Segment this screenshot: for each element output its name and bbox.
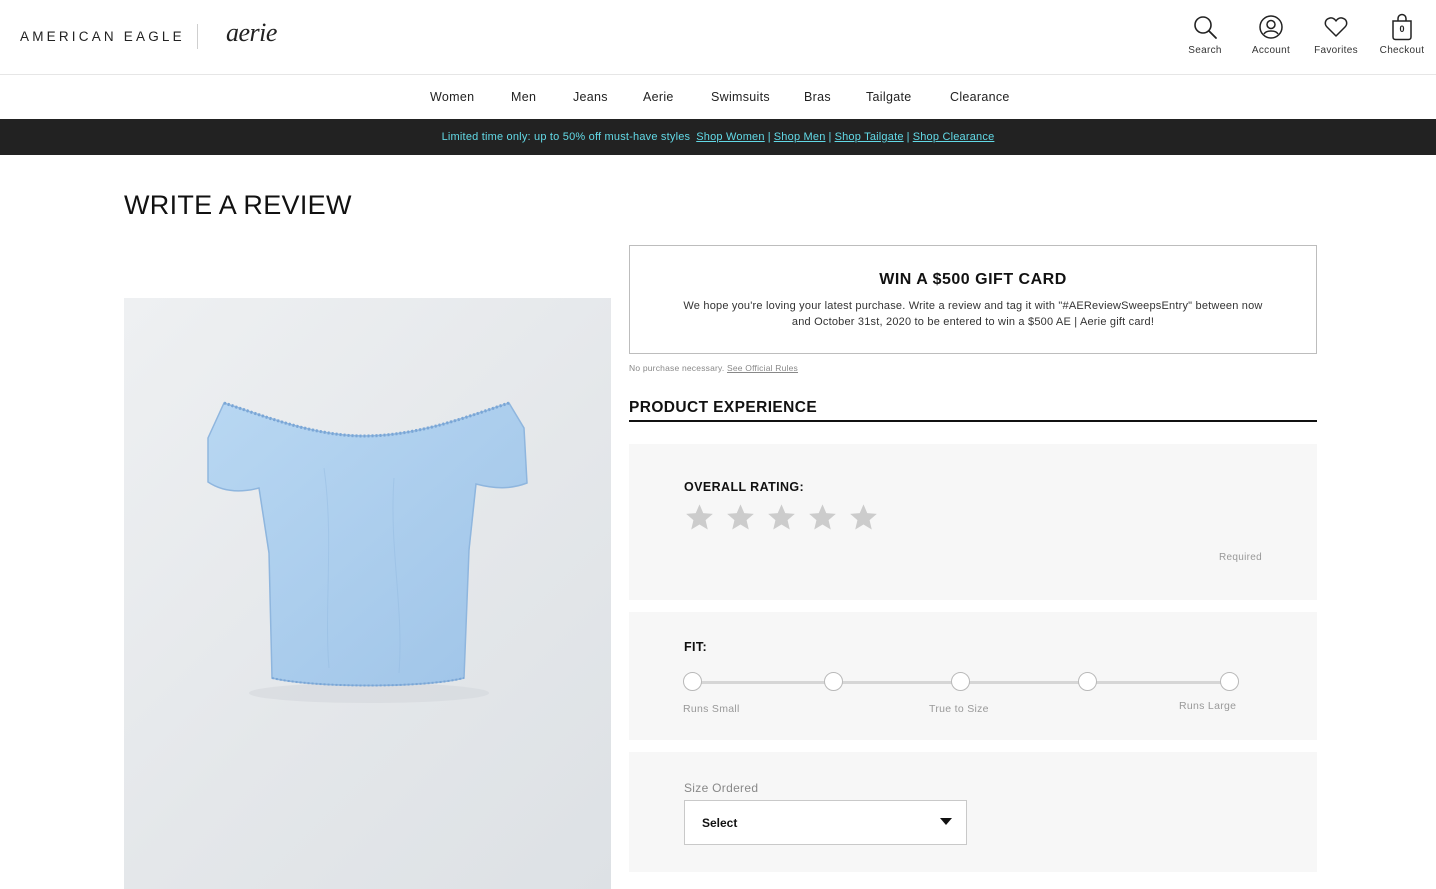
size-select-value: Select [702, 816, 738, 830]
nav-item-swimsuits[interactable]: Swimsuits [711, 90, 770, 104]
promo-separator: | [906, 131, 910, 143]
star-icon[interactable] [766, 502, 797, 533]
favorites-label: Favorites [1314, 45, 1358, 56]
shop-men-link[interactable]: Shop Men [774, 131, 826, 143]
nav-item-jeans[interactable]: Jeans [573, 90, 608, 104]
account-label: Account [1251, 45, 1291, 56]
heart-icon [1306, 12, 1366, 42]
page-title: WRITE A REVIEW [124, 190, 352, 220]
chevron-down-icon [940, 818, 952, 825]
promo-separator: | [828, 131, 832, 143]
promo-banner: Limited time only: up to 50% off must-ha… [0, 119, 1436, 155]
favorites-button[interactable]: Favorites [1306, 12, 1366, 56]
fit-caption-small: Runs Small [683, 703, 740, 715]
star-icon[interactable] [684, 502, 715, 533]
rating-label: OVERALL RATING: [684, 480, 805, 494]
star-icon[interactable] [725, 502, 756, 533]
nav-item-men[interactable]: Men [511, 90, 536, 104]
american-eagle-logo[interactable]: AMERICAN EAGLE [20, 29, 185, 44]
logo-divider [197, 24, 198, 49]
giveaway-title: WIN A $500 GIFT CARD [879, 271, 1067, 288]
required-note: Required [1219, 552, 1262, 563]
account-button[interactable]: Account [1241, 12, 1301, 56]
fit-option-2[interactable] [824, 672, 843, 691]
promo-separator: | [767, 131, 771, 143]
aerie-logo[interactable]: aerie [226, 18, 277, 48]
nav-item-bras[interactable]: Bras [804, 90, 831, 104]
promo-text: Limited time only: up to 50% off must-ha… [441, 131, 691, 143]
giveaway-body: We hope you're loving your latest purcha… [683, 300, 1263, 328]
fit-caption-large: Runs Large [1179, 700, 1237, 712]
size-card: Size Ordered Select [629, 752, 1317, 872]
legal-text: No purchase necessary. [629, 363, 725, 373]
fit-card: FIT: Runs Small True to Size Runs Large [629, 612, 1317, 740]
section-title: PRODUCT EXPERIENCE [629, 399, 1317, 422]
star-icon[interactable] [807, 502, 838, 533]
search-icon [1175, 12, 1235, 42]
fit-option-4[interactable] [1078, 672, 1097, 691]
main-nav: Women Men Jeans Aerie Swimsuits Bras Tai… [0, 75, 1436, 119]
checkout-button[interactable]: 0 Checkout [1372, 12, 1432, 56]
fit-option-3[interactable] [951, 672, 970, 691]
size-select[interactable]: Select [684, 800, 967, 845]
bag-icon: 0 [1372, 12, 1432, 42]
star-icon[interactable] [848, 502, 879, 533]
fit-label: FIT: [684, 640, 708, 654]
fit-option-1[interactable] [683, 672, 702, 691]
checkout-label: Checkout [1379, 45, 1425, 56]
search-button[interactable]: Search [1175, 12, 1235, 56]
search-label: Search [1188, 45, 1222, 56]
site-header: AMERICAN EAGLE aerie Search Account Favo… [0, 0, 1436, 75]
legal-note: No purchase necessary. See Official Rule… [629, 363, 798, 373]
giveaway-box: WIN A $500 GIFT CARD We hope you're lovi… [629, 245, 1317, 354]
official-rules-link[interactable]: See Official Rules [727, 363, 798, 373]
product-image [124, 298, 611, 889]
nav-item-clearance[interactable]: Clearance [950, 90, 1010, 104]
size-ordered-label: Size Ordered [684, 781, 759, 795]
shop-tailgate-link[interactable]: Shop Tailgate [835, 131, 904, 143]
fit-caption-true: True to Size [929, 703, 989, 715]
shop-clearance-link[interactable]: Shop Clearance [913, 131, 995, 143]
nav-item-tailgate[interactable]: Tailgate [866, 90, 912, 104]
cart-count: 0 [1399, 24, 1405, 34]
nav-item-women[interactable]: Women [430, 90, 474, 104]
star-rating [684, 502, 879, 533]
off-shoulder-top-image [207, 401, 528, 703]
rating-card: OVERALL RATING: Required [629, 444, 1317, 600]
shop-women-link[interactable]: Shop Women [696, 131, 764, 143]
nav-item-aerie[interactable]: Aerie [643, 90, 674, 104]
account-icon [1241, 12, 1301, 42]
fit-option-5[interactable] [1220, 672, 1239, 691]
